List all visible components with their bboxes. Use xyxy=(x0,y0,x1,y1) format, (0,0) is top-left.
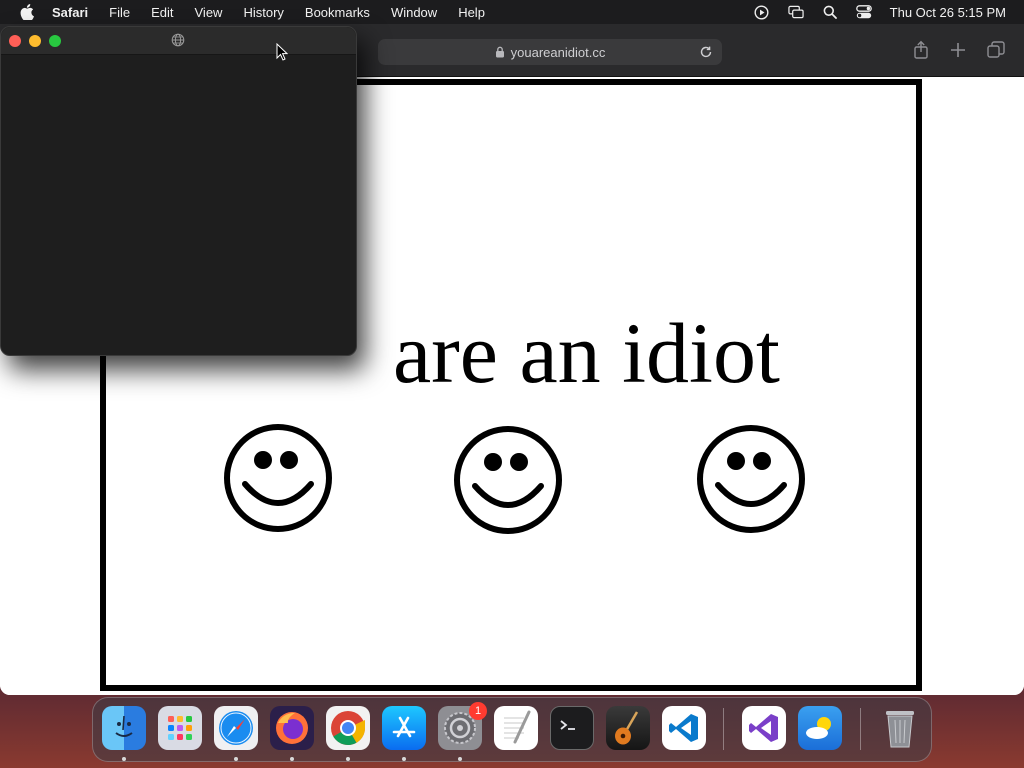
close-button[interactable] xyxy=(9,35,21,47)
finder-icon xyxy=(115,715,133,737)
dock-terminal[interactable] xyxy=(550,706,594,750)
dock-vscode[interactable] xyxy=(662,706,706,750)
menu-window[interactable]: Window xyxy=(391,5,437,20)
popup-window[interactable] xyxy=(0,26,357,356)
smiley-icon xyxy=(454,426,562,534)
globe-icon xyxy=(171,33,185,47)
zoom-button[interactable] xyxy=(49,35,61,47)
menu-bookmarks[interactable]: Bookmarks xyxy=(305,5,370,20)
reload-icon[interactable] xyxy=(698,44,714,60)
vscode-icon xyxy=(669,714,698,742)
new-tab-icon[interactable] xyxy=(948,40,968,60)
weather-icon xyxy=(806,717,831,739)
menu-edit[interactable]: Edit xyxy=(151,5,173,20)
dock xyxy=(92,697,932,762)
url-text: youareanidiot.cc xyxy=(510,44,606,60)
menu-view[interactable]: View xyxy=(195,5,223,20)
smiley-icon xyxy=(697,425,805,533)
popup-title-bar[interactable] xyxy=(1,27,356,55)
guitar-icon xyxy=(615,711,639,745)
dock-visual-studio[interactable] xyxy=(742,706,786,750)
share-icon[interactable] xyxy=(911,40,931,60)
dock-garageband[interactable] xyxy=(606,706,650,750)
app-store-icon xyxy=(392,716,416,738)
dock-chrome[interactable] xyxy=(326,706,370,750)
menu-history[interactable]: History xyxy=(243,5,283,20)
dock-app-store[interactable] xyxy=(382,706,426,750)
chrome-icon xyxy=(331,711,365,745)
dock-firefox[interactable] xyxy=(270,706,314,750)
notification-badge: 1 xyxy=(469,702,487,720)
smiley-icon xyxy=(224,424,332,532)
trash-icon xyxy=(886,711,914,748)
lock-icon xyxy=(495,46,504,58)
menu-bar-clock[interactable]: Thu Oct 26 5:15 PM xyxy=(890,5,1006,20)
firefox-icon xyxy=(276,712,308,744)
launchpad-icon xyxy=(168,716,192,740)
control-center-icon[interactable] xyxy=(855,4,872,20)
dock-trash[interactable] xyxy=(878,706,922,750)
spotlight-search-icon[interactable] xyxy=(822,4,838,20)
dock-textedit[interactable] xyxy=(494,706,538,750)
mouse-cursor-icon xyxy=(276,43,288,61)
address-bar[interactable]: youareanidiot.cc xyxy=(378,39,722,65)
textedit-icon xyxy=(504,710,531,744)
visual-studio-icon xyxy=(749,714,778,742)
safari-compass-icon xyxy=(219,711,253,745)
dock-weather[interactable] xyxy=(798,706,842,750)
dock-finder[interactable] xyxy=(102,706,146,750)
minimize-button[interactable] xyxy=(29,35,41,47)
menu-file[interactable]: File xyxy=(109,5,130,20)
page-headline: are an idiot xyxy=(393,305,780,401)
menu-help[interactable]: Help xyxy=(458,5,485,20)
dock-launchpad[interactable] xyxy=(158,706,202,750)
screen-recording-icon[interactable] xyxy=(754,4,770,20)
menu-app-safari[interactable]: Safari xyxy=(52,5,88,20)
apple-icon[interactable] xyxy=(20,4,34,20)
screen-mirroring-icon[interactable] xyxy=(787,4,804,20)
terminal-icon xyxy=(560,720,575,730)
tab-overview-icon[interactable] xyxy=(986,40,1006,60)
menu-bar: Safari File Edit View History Bookmarks … xyxy=(0,0,1024,24)
dock-safari[interactable] xyxy=(214,706,258,750)
